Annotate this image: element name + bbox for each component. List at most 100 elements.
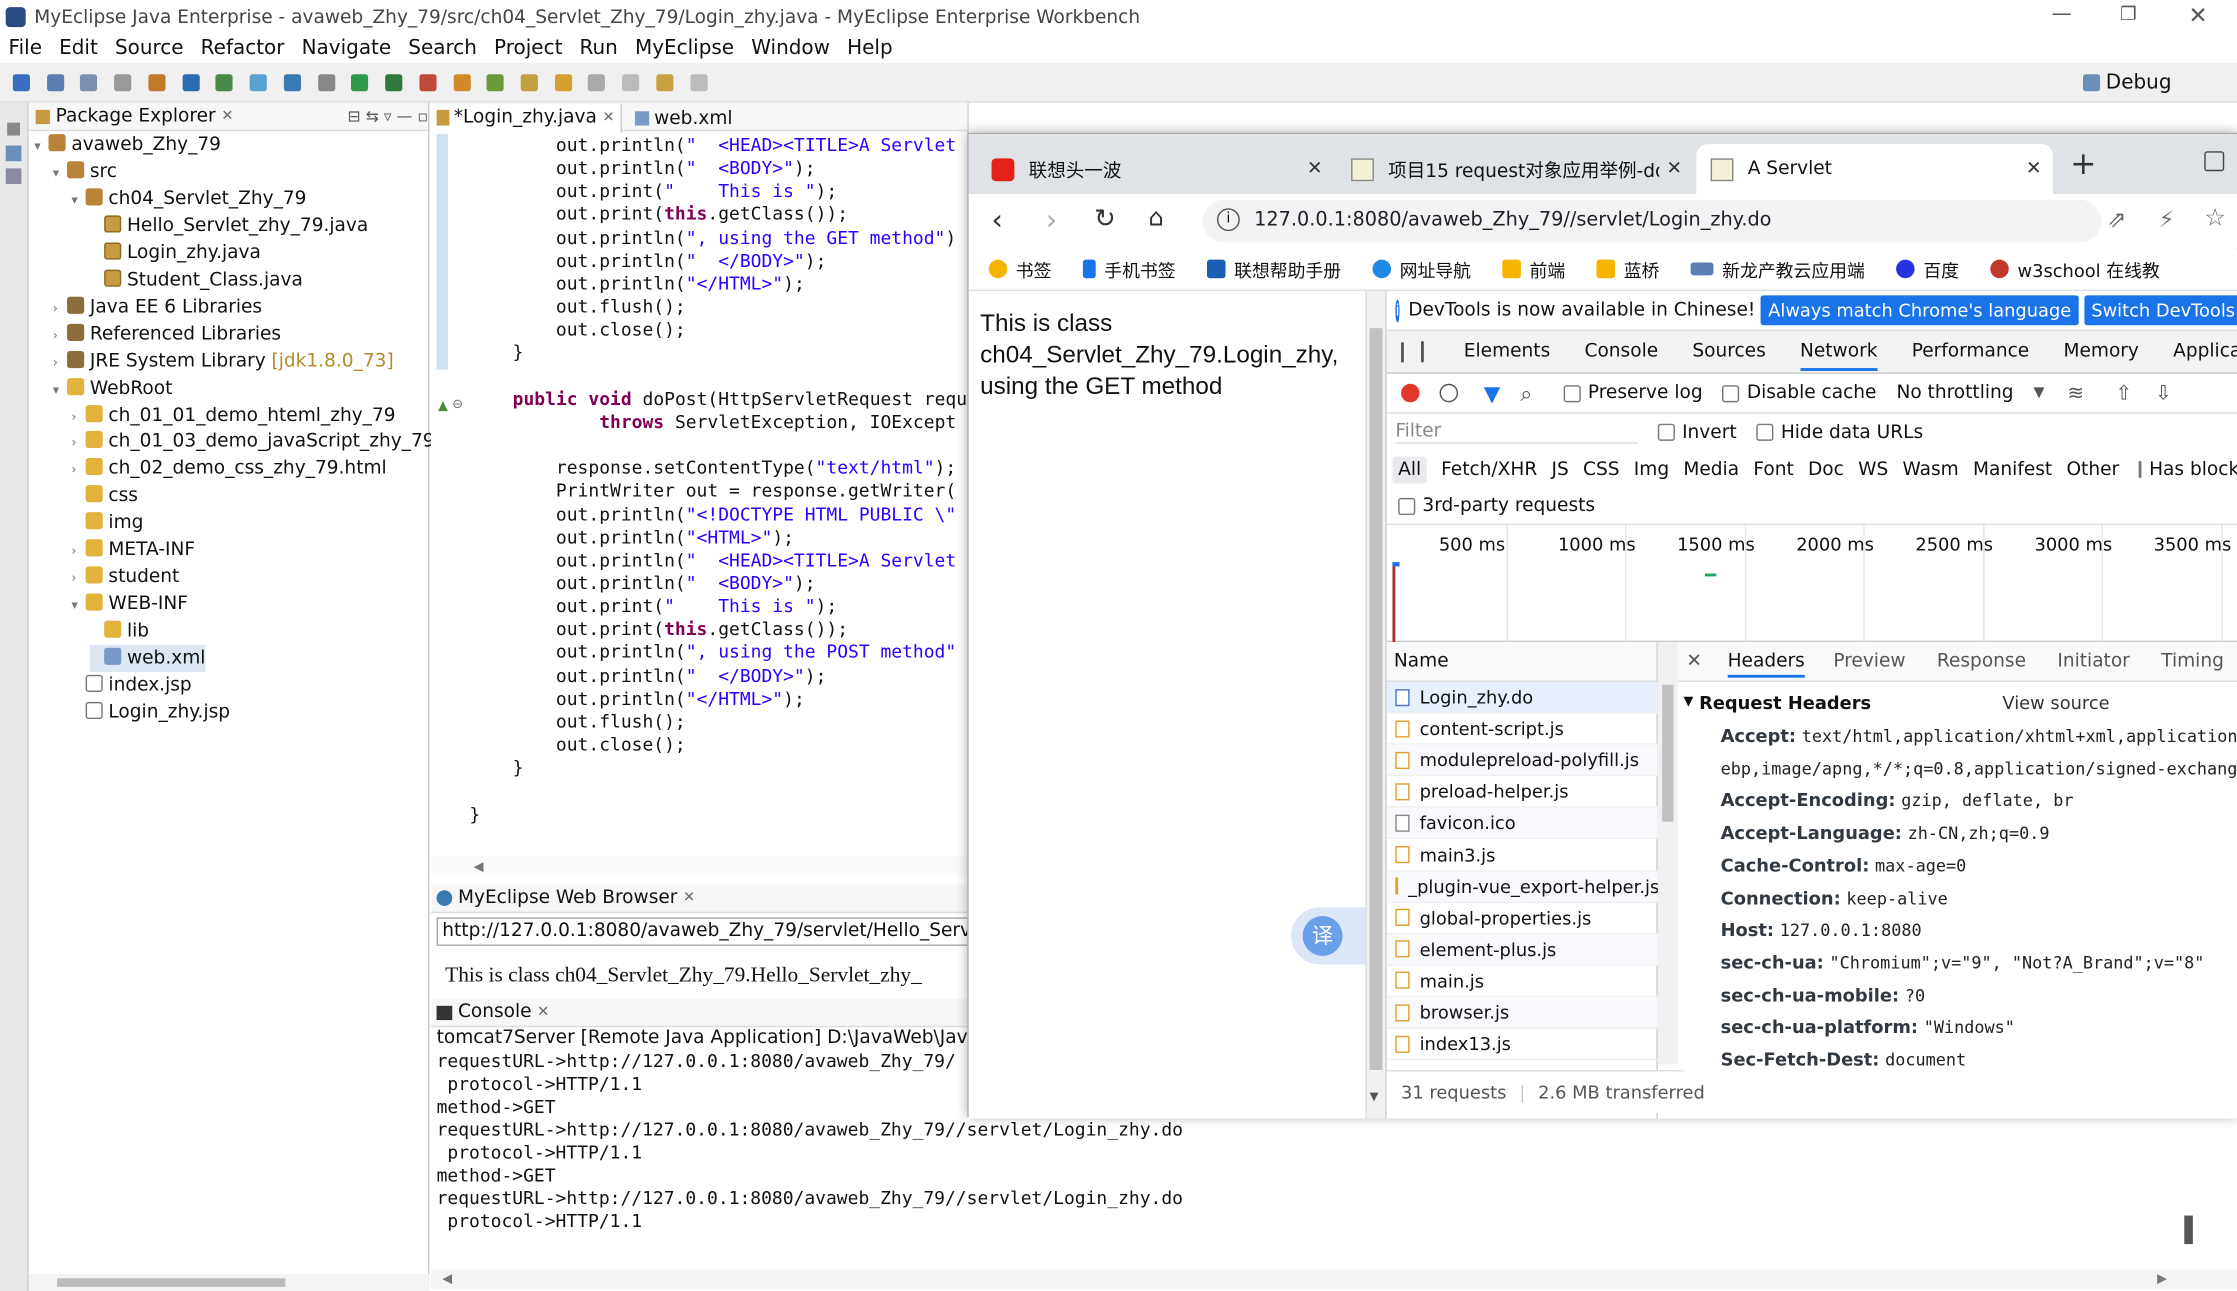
- save-all-icon[interactable]: [80, 74, 98, 92]
- tree-item[interactable]: › JRE System Library [jdk1.8.0_73]: [53, 348, 394, 375]
- request-row[interactable]: global-properties.js: [1386, 903, 1658, 935]
- home-icon[interactable]: ⌂: [1148, 204, 1163, 233]
- header-row[interactable]: Accept-Encoding: gzip, deflate, br: [1721, 790, 2074, 823]
- wifi-icon[interactable]: ≋: [2067, 382, 2084, 405]
- next-annotation-icon[interactable]: [622, 74, 640, 92]
- tree-item[interactable]: Hello_Servlet_zhy_79.java: [90, 212, 368, 239]
- hide-data-urls-checkbox[interactable]: [1756, 423, 1774, 441]
- menu-refactor[interactable]: Refactor: [201, 37, 285, 60]
- tree-item[interactable]: ▾ avaweb_Zhy_79: [34, 131, 221, 158]
- expand-toggle-icon[interactable]: ▾: [53, 161, 67, 188]
- menu-project[interactable]: Project: [494, 37, 562, 60]
- tree-item[interactable]: › ch_01_01_demo_hteml_zhy_79: [71, 402, 396, 431]
- close-detail-icon[interactable]: ✕: [1686, 651, 1702, 672]
- tree-item[interactable]: › ch_02_demo_css_zhy_79.html: [71, 456, 387, 483]
- request-list-scrollbar[interactable]: [1657, 642, 1678, 1065]
- type-manifest[interactable]: Manifest: [1973, 459, 2052, 480]
- editor-hscrollbar[interactable]: ◀: [430, 856, 968, 876]
- request-row[interactable]: element-plus.js: [1386, 934, 1658, 966]
- panel-tab-performance[interactable]: Performance: [1912, 341, 2030, 362]
- close-view-icon[interactable]: ✕: [537, 1004, 549, 1020]
- print-icon[interactable]: [114, 74, 132, 92]
- tab-web-xml[interactable]: web.xml: [630, 104, 738, 133]
- menu-search[interactable]: Search: [408, 37, 477, 60]
- type-wasm[interactable]: Wasm: [1903, 459, 1959, 480]
- header-row[interactable]: Cache-Control: max-age=0: [1721, 854, 1967, 887]
- disable-cache-checkbox[interactable]: [1722, 384, 1740, 402]
- menu-window[interactable]: Window: [751, 37, 830, 60]
- open-icon[interactable]: [520, 74, 538, 92]
- back-icon[interactable]: ‹: [992, 203, 1003, 237]
- tree-item[interactable]: › ch_01_03_demo_javaScript_zhy_79: [71, 429, 435, 456]
- panel-tab-console[interactable]: Console: [1585, 341, 1659, 362]
- throttling-select[interactable]: No throttling: [1896, 382, 2013, 403]
- bookmark-item[interactable]: 网址导航: [1372, 248, 1471, 289]
- detail-tab-preview[interactable]: Preview: [1833, 651, 1905, 672]
- tree-item[interactable]: web.xml: [89, 644, 206, 673]
- expand-toggle-icon[interactable]: ▾: [71, 594, 85, 621]
- tree-item[interactable]: › Java EE 6 Libraries: [53, 293, 262, 320]
- bookmark-item[interactable]: 书签: [988, 248, 1052, 289]
- restore-icon[interactable]: [7, 122, 20, 136]
- expand-toggle-icon[interactable]: ›: [53, 323, 67, 350]
- header-row[interactable]: Accept: text/html,application/xhtml+xml,…: [1721, 725, 2237, 758]
- stop-icon[interactable]: [419, 74, 437, 92]
- expand-toggle-icon[interactable]: ›: [71, 540, 85, 567]
- browser-icon[interactable]: [283, 74, 301, 92]
- expand-toggle-icon[interactable]: ›: [71, 404, 85, 431]
- expand-toggle-icon[interactable]: ›: [71, 567, 85, 594]
- bookmark-item[interactable]: w3school 在线教: [1990, 248, 2160, 289]
- detail-tab-timing[interactable]: Timing: [2161, 651, 2224, 672]
- menu-file[interactable]: File: [9, 37, 42, 60]
- expand-toggle-icon[interactable]: ›: [53, 350, 67, 377]
- deploy-icon[interactable]: [216, 74, 234, 92]
- header-row[interactable]: ebp,image/apng,*/*;q=0.8,application/sig…: [1721, 757, 2237, 790]
- detail-tab-response[interactable]: Response: [1937, 651, 2026, 672]
- minimized-view-icon[interactable]: [5, 145, 22, 162]
- package-explorer-tab[interactable]: Package Explorer ✕ ⊟ ⇆ ▿ — ▫: [28, 102, 429, 132]
- server-icon[interactable]: [182, 74, 200, 92]
- filter-input[interactable]: Filter: [1395, 421, 1638, 444]
- name-column-header[interactable]: Name: [1386, 642, 1657, 682]
- class-icon[interactable]: [486, 74, 505, 92]
- new-icon[interactable]: [12, 74, 30, 92]
- header-row[interactable]: sec-ch-ua: "Chromium";v="9", "Not?A_Bran…: [1721, 951, 2205, 984]
- console-hscrollbar[interactable]: ◀ ▶: [430, 1269, 2237, 1290]
- page-vscrollbar[interactable]: ▼: [1365, 291, 1386, 1119]
- type-css[interactable]: CSS: [1583, 459, 1620, 480]
- type-all[interactable]: All: [1392, 455, 1427, 483]
- type-doc[interactable]: Doc: [1808, 459, 1844, 480]
- request-row[interactable]: main3.js: [1386, 840, 1658, 872]
- tree-item[interactable]: index.jsp: [71, 672, 192, 699]
- bookmark-star-icon[interactable]: ☆: [2204, 204, 2226, 233]
- tree-item[interactable]: ▾ src: [53, 158, 117, 185]
- console-tab[interactable]: Console ✕: [430, 998, 968, 1028]
- download-icon[interactable]: ⇩: [2155, 382, 2172, 405]
- perspective-switcher[interactable]: Debug: [2082, 71, 2172, 94]
- close-view-icon[interactable]: ✕: [683, 890, 695, 906]
- menu-myeclipse[interactable]: MyEclipse: [635, 37, 734, 60]
- tree-item[interactable]: img: [71, 510, 143, 537]
- tree-item[interactable]: ▾ WebRoot: [53, 375, 172, 402]
- request-headers-section[interactable]: ▼ Request Headers View source: [1684, 688, 2237, 717]
- panel-tab-memory[interactable]: Memory: [2063, 341, 2138, 362]
- detail-tab-initiator[interactable]: Initiator: [2057, 651, 2129, 672]
- invert-checkbox[interactable]: [1657, 423, 1675, 441]
- always-match-language-button[interactable]: Always match Chrome's language: [1761, 295, 2079, 326]
- view-source-link[interactable]: View source: [2002, 691, 2109, 712]
- header-row[interactable]: Connection: keep-alive: [1721, 887, 1948, 920]
- back-icon[interactable]: [656, 74, 674, 92]
- chrome-tab-a-servlet[interactable]: A Servlet ✕: [1696, 144, 2054, 195]
- tree-item[interactable]: ▾ WEB-INF: [71, 591, 188, 618]
- bookmark-item[interactable]: 蓝桥: [1596, 248, 1659, 289]
- web-icon[interactable]: [249, 74, 267, 92]
- search-icon[interactable]: [554, 74, 572, 92]
- expand-toggle-icon[interactable]: ▾: [34, 134, 48, 161]
- header-row[interactable]: sec-ch-ua-mobile: ?0: [1721, 984, 1926, 1017]
- minimized-view2-icon[interactable]: [5, 168, 22, 185]
- menu-run[interactable]: Run: [580, 37, 618, 60]
- new-tab-icon[interactable]: +: [2070, 147, 2096, 183]
- third-party-checkbox[interactable]: [1398, 497, 1416, 515]
- tree-item[interactable]: › student: [71, 564, 179, 591]
- bookmark-item[interactable]: 百度: [1896, 248, 1959, 289]
